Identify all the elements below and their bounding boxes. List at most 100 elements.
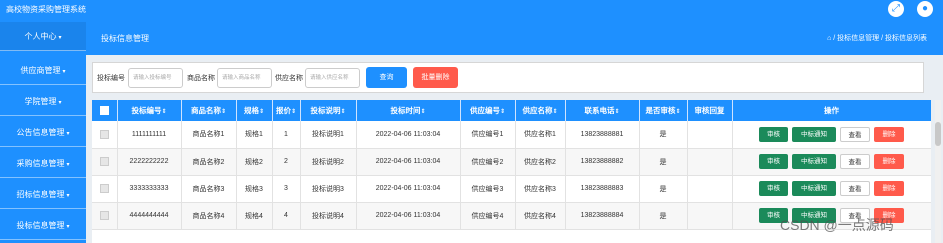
actions-cell: 审核 中标通知 查看 删除 (732, 175, 931, 203)
sort-icon: ⇕ (161, 109, 167, 115)
select-all-cell[interactable] (92, 100, 118, 121)
sidebar-item-label: 公告信息管理 (16, 128, 65, 137)
select-all-checkbox[interactable] (99, 106, 109, 116)
goods-name-input[interactable]: 请输入商品名称 (217, 68, 272, 88)
sidebar-item-label: 供应商管理 (20, 66, 61, 75)
scrollbar-thumb[interactable] (935, 122, 941, 146)
audited-cell: 是 (639, 121, 688, 149)
price-cell: 2 (272, 148, 301, 176)
supplier-name-cell: 供应名称2 (515, 148, 566, 176)
phone-cell: 13823888883 (565, 175, 640, 203)
phone-cell: 13823888881 (565, 121, 640, 149)
audit-button[interactable]: 审核 (759, 181, 788, 196)
view-button[interactable]: 查看 (840, 181, 870, 196)
chevron-down-icon: ▾ (66, 131, 70, 137)
award-notify-button[interactable]: 中标通知 (792, 154, 836, 169)
sidebar-item-notice[interactable]: 公告信息管理 ▾ (0, 118, 86, 147)
bid-time-cell: 2022-04-06 11:03:04 (356, 121, 461, 149)
spec-cell: 规格1 (236, 121, 273, 149)
supplier-name-cell: 供应名称1 (515, 121, 566, 149)
row-checkbox[interactable] (99, 157, 109, 166)
expand-icon[interactable]: ⤢ (888, 1, 904, 17)
award-notify-button[interactable]: 中标通知 (792, 181, 836, 196)
batch-delete-button[interactable]: 批量删除 (413, 67, 458, 88)
award-notify-button[interactable]: 中标通知 (792, 126, 836, 142)
sidebar-item-bid[interactable]: 投标信息管理 ▾ (0, 211, 86, 240)
app-title: 高校物资采购管理系统 (6, 5, 86, 14)
bid-code-cell: 1111111111 (117, 121, 182, 149)
column-header[interactable]: 报价⇕ (272, 100, 301, 121)
content-header: 投标信息管理 ⌂ / 投标信息管理 / 投标信息列表 (86, 20, 943, 55)
bid-time-cell: 2022-04-06 11:03:04 (356, 175, 461, 203)
supplier-code-cell: 供应编号1 (460, 121, 516, 149)
view-button[interactable]: 查看 (840, 126, 870, 142)
price-cell: 4 (272, 202, 301, 230)
audit-button[interactable]: 审核 (759, 126, 788, 142)
row-checkbox[interactable] (99, 211, 109, 220)
table-row[interactable]: 3333333333 商品名称3 规格3 3 投标说明3 2022-04-06 … (92, 175, 931, 203)
user-icon[interactable]: ● (917, 1, 933, 17)
column-header[interactable]: 供应编号⇕ (460, 100, 516, 121)
audit-button[interactable]: 审核 (759, 154, 788, 169)
table-row[interactable]: 2222222222 商品名称2 规格2 2 投标说明2 2022-04-06 … (92, 148, 931, 176)
price-cell: 1 (272, 121, 301, 149)
delete-button[interactable]: 删除 (874, 154, 904, 169)
delete-button[interactable]: 删除 (874, 126, 904, 142)
row-checkbox[interactable] (99, 184, 109, 193)
goods-name-cell: 商品名称3 (181, 175, 237, 203)
supplier-name-input[interactable]: 请输入供应名称 (305, 68, 360, 88)
sort-icon: ⇕ (340, 109, 346, 115)
goods-name-label: 商品名称 (187, 75, 215, 82)
sidebar-item-label: 个人中心 (24, 32, 57, 41)
sidebar-item-label: 投标信息管理 (16, 221, 65, 230)
sidebar-item-personal-center[interactable]: 个人中心 ▾ (0, 22, 86, 51)
supplier-name-label: 供应名称 (275, 75, 303, 82)
bid-code-cell: 2222222222 (117, 148, 182, 176)
column-header[interactable]: 商品名称⇕ (181, 100, 237, 121)
supplier-name-cell: 供应名称3 (515, 175, 566, 203)
breadcrumb[interactable]: ⌂ / 投标信息管理 / 投标信息列表 (827, 33, 927, 43)
vertical-scrollbar[interactable] (935, 100, 941, 243)
column-header[interactable]: 规格⇕ (236, 100, 273, 121)
chevron-down-icon: ▾ (62, 69, 66, 75)
view-button[interactable]: 查看 (840, 154, 870, 169)
chevron-down-icon: ▾ (66, 162, 70, 168)
delete-button[interactable]: 删除 (874, 181, 904, 196)
spec-cell: 规格2 (236, 148, 273, 176)
column-header[interactable]: 是否审核⇕ (639, 100, 688, 121)
sort-icon: ⇕ (420, 109, 426, 115)
table-row[interactable]: 1111111111 商品名称1 规格1 1 投标说明1 2022-04-06 … (92, 121, 931, 149)
column-header: 操作 (732, 100, 931, 121)
row-checkbox[interactable] (99, 129, 109, 139)
sidebar-item-label: 招标信息管理 (16, 190, 65, 199)
sidebar-item-college[interactable]: 学院管理 ▾ (0, 87, 86, 116)
sidebar-item-supplier[interactable]: 供应商管理 ▾ (0, 56, 86, 85)
column-header[interactable]: 供应名称⇕ (515, 100, 566, 121)
sidebar-item-purchase[interactable]: 采购信息管理 ▾ (0, 149, 86, 178)
sort-icon: ⇕ (614, 109, 620, 115)
query-button[interactable]: 查询 (366, 67, 407, 88)
bid-code-input[interactable]: 请输入投标编号 (128, 68, 183, 88)
watermark: CSDN @一点源码 (780, 217, 894, 233)
chevron-down-icon: ▾ (66, 193, 70, 199)
column-header[interactable]: 投标时间⇕ (356, 100, 461, 121)
top-bar: 高校物资采购管理系统 ⤢ ● (0, 0, 943, 20)
reply-cell (687, 202, 733, 230)
column-header[interactable]: 投标编号⇕ (117, 100, 182, 121)
supplier-name-cell: 供应名称4 (515, 202, 566, 230)
reply-cell (687, 121, 733, 149)
sidebar-item-tender[interactable]: 招标信息管理 ▾ (0, 180, 86, 209)
supplier-code-cell: 供应编号2 (460, 148, 516, 176)
bid-code-cell: 3333333333 (117, 175, 182, 203)
sidebar-item-label: 采购信息管理 (16, 159, 65, 168)
spec-cell: 规格3 (236, 175, 273, 203)
sort-icon: ⇕ (499, 109, 506, 115)
actions-cell: 审核 中标通知 查看 删除 (732, 148, 931, 176)
column-header[interactable]: 联系电话⇕ (565, 100, 640, 121)
phone-cell: 13823888882 (565, 148, 640, 176)
sidebar: 个人中心 ▾ 供应商管理 ▾ 学院管理 ▾ 公告信息管理 ▾ 采购信息管理 ▾ 招标信息管… (0, 20, 86, 243)
audited-cell: 是 (639, 202, 688, 230)
bid-desc-cell: 投标说明2 (300, 148, 357, 176)
column-header[interactable]: 审核回复 (687, 100, 733, 121)
column-header[interactable]: 投标说明⇕ (300, 100, 357, 121)
